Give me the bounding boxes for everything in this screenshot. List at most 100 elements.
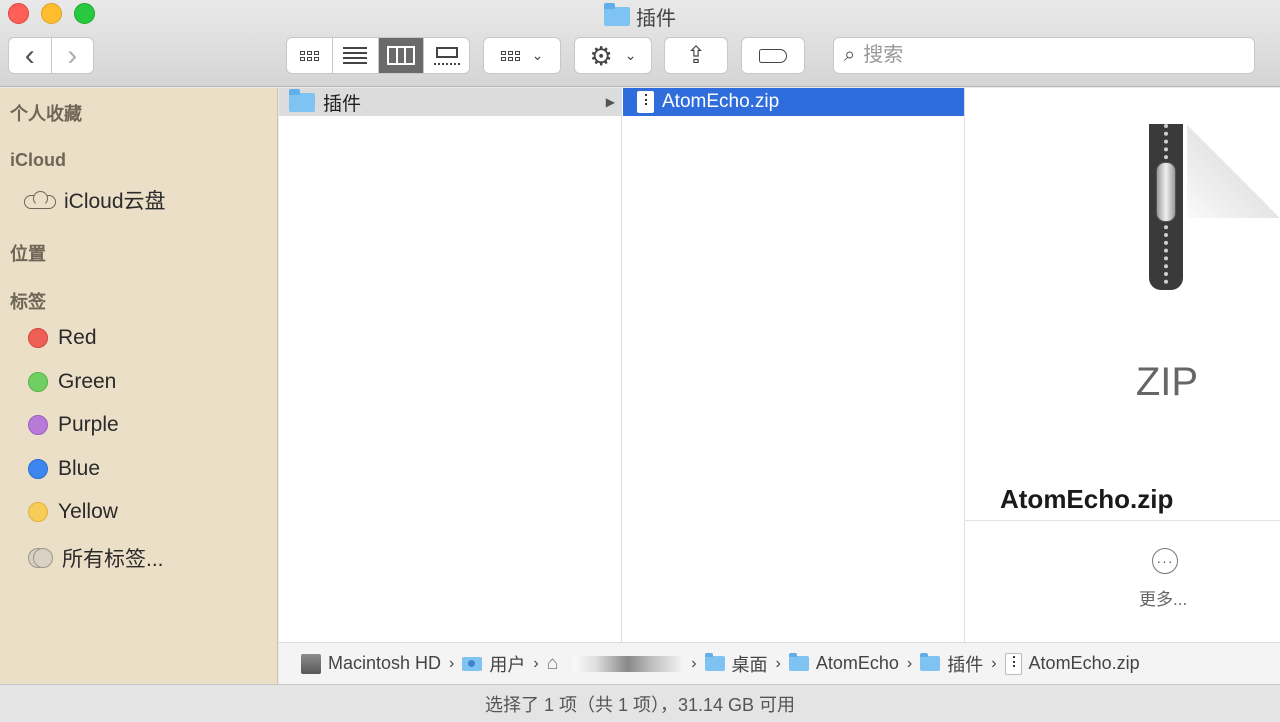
desktop-folder-icon	[704, 653, 725, 671]
redacted-username	[573, 655, 684, 672]
icon-view-button[interactable]	[287, 38, 333, 73]
disclosure-triangle-icon: ▶	[605, 95, 615, 109]
share-button[interactable]: ⇪	[664, 37, 728, 74]
zipper-icon	[1149, 124, 1183, 290]
view-mode-group	[286, 37, 470, 74]
list-view-button[interactable]	[333, 38, 379, 73]
green-tag-dot-icon	[28, 372, 48, 392]
navigation-group: ‹ ›	[8, 37, 94, 74]
more-button[interactable]: 更多...	[1139, 585, 1187, 610]
sidebar-tag-green[interactable]: Green	[28, 370, 116, 394]
folder-icon	[604, 3, 630, 26]
cloud-icon	[24, 191, 56, 209]
edit-tags-button[interactable]	[741, 37, 805, 74]
icon-grid-icon	[299, 50, 319, 61]
path-item-label: AtomEcho	[815, 653, 899, 673]
path-item-label: 插件	[947, 654, 984, 675]
chevron-right-icon: ›	[67, 38, 78, 72]
browser-column-2[interactable]: AtomEcho.zip	[622, 88, 965, 642]
chevron-down-icon: ⌄	[624, 47, 637, 63]
action-menu-button[interactable]: ⚙ ⌄	[574, 37, 652, 74]
chevron-right-icon: ›	[449, 654, 455, 672]
chevron-right-icon: ›	[906, 654, 913, 672]
home-icon: ⌂	[546, 652, 559, 674]
toolbar: 插件 ‹ › ⌄ ⚙ ⌄ ⇪ ⌕	[0, 0, 1280, 87]
chevron-left-icon: ‹	[24, 38, 35, 72]
users-folder-icon	[462, 656, 483, 671]
list-item[interactable]: 插件 ▶	[279, 88, 621, 116]
path-item-label: AtomEcho.zip	[1028, 653, 1140, 673]
columns-icon	[386, 46, 415, 65]
item-label: 插件	[323, 93, 362, 115]
path-item-file[interactable]: AtomEcho.zip	[1004, 652, 1140, 675]
sidebar-tag-blue[interactable]: Blue	[28, 457, 100, 481]
chevron-right-icon: ›	[775, 654, 781, 672]
path-item-desktop[interactable]: 桌面	[704, 651, 768, 677]
column-view-button[interactable]	[378, 38, 425, 73]
hard-drive-icon	[301, 653, 321, 674]
path-item-label: Macintosh HD	[328, 653, 442, 673]
sidebar: 个人收藏 iCloud iCloud云盘 位置 标签 Red Green Pur…	[0, 88, 278, 684]
chevron-right-icon: ›	[691, 654, 697, 672]
sidebar-item-label: Green	[58, 370, 117, 393]
sidebar-section-icloud: iCloud	[10, 150, 66, 170]
preview-file-name: AtomEcho.zip	[1000, 484, 1174, 514]
path-item-label: 桌面	[731, 654, 768, 675]
sidebar-section-tags: 标签	[10, 292, 46, 312]
preview-pane: ZIP AtomEcho.zip ··· 更多...	[965, 88, 1280, 642]
back-button[interactable]: ‹	[9, 38, 51, 73]
path-item-macintosh-hd[interactable]: Macintosh HD	[301, 653, 441, 674]
blue-tag-dot-icon	[28, 459, 48, 479]
browser-column-1[interactable]: 插件 ▶	[279, 88, 622, 642]
file-type-label: ZIP	[1135, 360, 1199, 404]
chevron-right-icon: ›	[533, 654, 539, 672]
folder-icon	[788, 653, 809, 671]
sidebar-item-label: Red	[58, 326, 97, 349]
forward-button[interactable]: ›	[50, 38, 94, 73]
chevron-down-icon: ⌄	[531, 47, 544, 63]
path-item-home[interactable]: ⌂	[546, 652, 684, 675]
share-icon: ⇪	[685, 42, 707, 69]
red-tag-dot-icon	[28, 328, 48, 348]
group-by-button[interactable]: ⌄	[483, 37, 561, 74]
divider	[965, 520, 1280, 521]
folder-icon	[289, 88, 315, 112]
purple-tag-dot-icon	[28, 415, 48, 435]
status-text: 选择了 1 项（共 1 项），31.14 GB 可用	[484, 694, 796, 715]
search-input[interactable]	[863, 44, 1224, 67]
zip-file-icon	[637, 91, 654, 113]
window-title-text: 插件	[636, 8, 676, 30]
gear-icon: ⚙	[589, 40, 613, 71]
item-label: AtomEcho.zip	[662, 91, 780, 112]
all-tags-icon	[28, 548, 53, 568]
path-item-label: 用户	[489, 654, 526, 675]
sidebar-item-label: 所有标签...	[62, 548, 164, 571]
sidebar-tag-yellow[interactable]: Yellow	[28, 500, 118, 524]
list-item[interactable]: AtomEcho.zip	[623, 88, 964, 116]
search-field[interactable]: ⌕	[833, 37, 1255, 74]
gallery-icon	[433, 46, 460, 65]
sidebar-all-tags[interactable]: 所有标签...	[28, 543, 164, 573]
more-icon[interactable]: ···	[1152, 548, 1178, 574]
tag-icon	[759, 48, 787, 63]
path-item-plugins[interactable]: 插件	[920, 651, 983, 677]
sidebar-item-label: Purple	[58, 413, 119, 436]
chevron-right-icon: ›	[991, 654, 997, 672]
search-icon: ⌕	[844, 44, 856, 66]
sidebar-item-label: iCloud云盘	[64, 190, 166, 213]
path-item-users[interactable]: 用户	[462, 651, 525, 677]
yellow-tag-dot-icon	[28, 502, 48, 522]
sidebar-item-icloud-drive[interactable]: iCloud云盘	[24, 185, 166, 215]
zip-file-icon	[1004, 652, 1022, 675]
gallery-view-button[interactable]	[424, 38, 469, 73]
sidebar-tag-purple[interactable]: Purple	[28, 413, 119, 437]
list-icon	[343, 47, 368, 64]
sidebar-section-favorites: 个人收藏	[10, 104, 82, 124]
sidebar-item-label: Yellow	[58, 500, 118, 523]
path-bar: Macintosh HD › 用户 › ⌂ › 桌面 › AtomEcho › …	[279, 642, 1280, 684]
sidebar-tag-red[interactable]: Red	[28, 326, 97, 350]
sidebar-section-locations: 位置	[10, 244, 46, 264]
path-item-atomecho[interactable]: AtomEcho	[788, 653, 899, 674]
sidebar-item-label: Blue	[58, 457, 101, 480]
folder-icon	[920, 653, 941, 671]
